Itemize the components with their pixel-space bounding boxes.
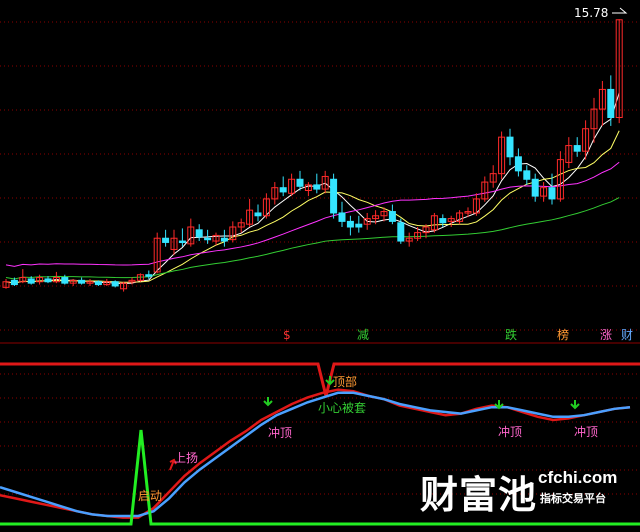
stock-chart: 15.78 $ 减 跌 榜 涨财 启动 上扬 顶部小心被套冲顶 冲顶 冲顶 bbox=[0, 6, 640, 526]
candle-body bbox=[10, 279, 18, 286]
ma-line-extra-long bbox=[5, 197, 620, 280]
candle-body bbox=[78, 279, 86, 284]
candle-body bbox=[220, 237, 228, 242]
grid-lines bbox=[0, 21, 640, 495]
price-pointer-icon bbox=[612, 7, 628, 14]
candle-body bbox=[397, 222, 405, 242]
candle-body bbox=[296, 178, 304, 187]
top-marker-label: 跌 bbox=[505, 327, 517, 342]
candlesticks bbox=[2, 19, 623, 292]
candle-body bbox=[111, 281, 119, 287]
signal-label: 启动 bbox=[138, 489, 162, 503]
signal-label: 冲顶 bbox=[574, 424, 598, 439]
candle-body bbox=[204, 237, 212, 241]
candle-body bbox=[330, 178, 338, 214]
signal-label: 小心被套 bbox=[318, 401, 366, 415]
candle-body bbox=[178, 240, 186, 244]
candle-body bbox=[94, 281, 102, 286]
candle-body bbox=[506, 136, 514, 158]
ma-line-short bbox=[5, 92, 620, 284]
top-marker-label: $ bbox=[283, 328, 291, 342]
candle-body bbox=[346, 220, 354, 228]
top-markers: $ 减 跌 榜 涨财 bbox=[283, 327, 633, 342]
candle-body bbox=[388, 211, 396, 222]
candle-body bbox=[531, 178, 539, 197]
candle-body bbox=[195, 229, 203, 238]
candle-body bbox=[355, 223, 363, 228]
watermark: 财富池 cfchi.com 指标交易平台 bbox=[420, 462, 640, 517]
top-marker-label: 榜 bbox=[557, 327, 569, 342]
watermark-domain: cfchi.com bbox=[538, 468, 618, 487]
candle-body bbox=[61, 277, 69, 284]
candle-body bbox=[254, 212, 262, 217]
price-label: 15.78 bbox=[574, 6, 608, 20]
down-arrow-icon bbox=[263, 397, 273, 407]
signal-label: 上扬 bbox=[174, 450, 198, 465]
top-marker-label: 涨 bbox=[600, 327, 612, 342]
down-arrow-icon bbox=[570, 400, 580, 410]
candle-body bbox=[145, 274, 153, 277]
top-level-line bbox=[0, 362, 640, 397]
moving-averages bbox=[5, 92, 620, 284]
top-marker-label: 财 bbox=[621, 328, 633, 342]
candle-body bbox=[439, 218, 447, 224]
top-marker-label: 减 bbox=[357, 328, 369, 342]
signal-label: 冲顶 bbox=[498, 424, 522, 439]
candle-body bbox=[607, 88, 615, 119]
candle-body bbox=[44, 278, 52, 283]
candle-body bbox=[162, 237, 170, 243]
watermark-brand: 财富池 bbox=[420, 473, 538, 517]
candle-body bbox=[27, 278, 35, 284]
candle-body bbox=[523, 170, 531, 180]
candle-body bbox=[313, 184, 321, 190]
candle-body bbox=[514, 156, 522, 172]
candle-body bbox=[548, 187, 556, 200]
candle-body bbox=[338, 212, 346, 222]
watermark-tagline: 指标交易平台 bbox=[540, 492, 606, 505]
candle-body bbox=[279, 187, 287, 193]
signal-label: 冲顶 bbox=[268, 425, 292, 440]
candle-body bbox=[573, 145, 581, 152]
signal-label: 顶部 bbox=[333, 374, 357, 389]
price-readout: 15.78 bbox=[574, 6, 628, 20]
